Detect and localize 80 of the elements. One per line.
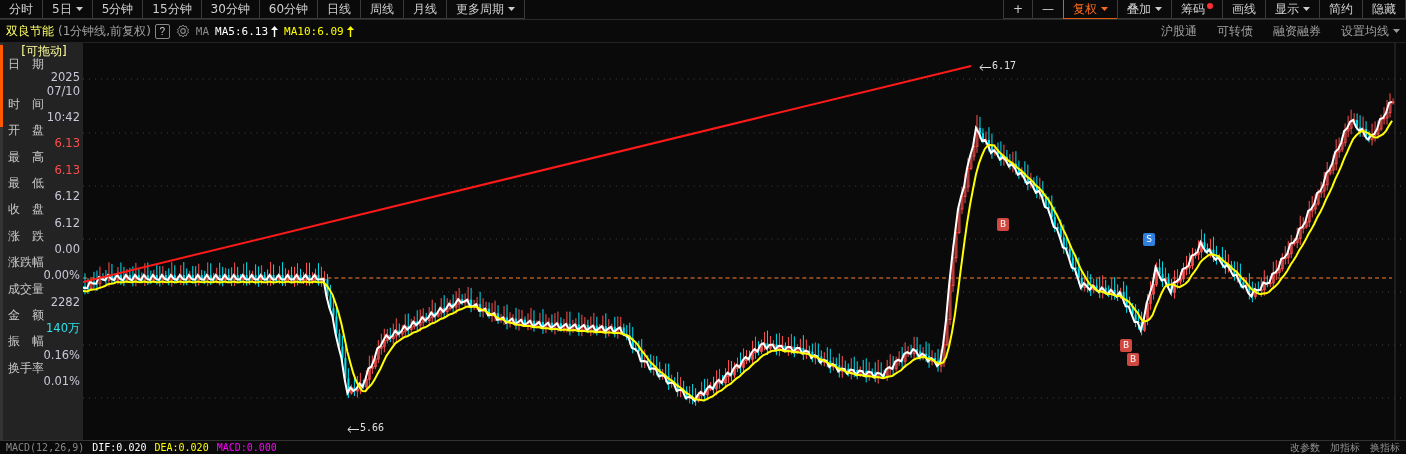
sell-marker: S <box>1143 233 1155 246</box>
up-arrow-icon <box>346 25 354 37</box>
period-tab[interactable]: 5日 <box>42 0 93 19</box>
info-label: 涨跌幅 <box>8 256 44 270</box>
toolbar-button[interactable]: + <box>1002 0 1033 19</box>
low-price-label: 5.66 <box>360 422 385 433</box>
info-label: 金 额 <box>8 309 45 323</box>
ma-value: MA5:6.13 <box>215 24 269 38</box>
period-tab[interactable]: 60分钟 <box>258 0 319 19</box>
info-value: 2282 <box>49 295 80 310</box>
settings-icon[interactable] <box>175 24 190 38</box>
panel-title[interactable]: [可拖动] <box>8 45 80 59</box>
info-value: 10:42 <box>45 111 80 125</box>
toolbar-button[interactable]: 复权 <box>1063 0 1118 19</box>
buy-marker: B <box>1120 339 1132 352</box>
buy-marker: B <box>997 218 1009 231</box>
info-label: 涨 跌 <box>8 229 45 244</box>
info-label: 收 盘 <box>8 203 45 217</box>
info-label: 振 幅 <box>8 335 44 349</box>
info-value: 140万 <box>45 322 80 336</box>
high-price-label: 6.17 <box>992 60 1017 71</box>
indicator-name: MA <box>195 24 210 38</box>
period-tab[interactable]: 分时 <box>0 0 43 19</box>
scrollbar-thumb[interactable] <box>0 45 3 127</box>
info-label: 最 高 <box>8 150 45 164</box>
info-value: 0.16% <box>42 348 80 362</box>
info-value: 0.00% <box>42 269 80 283</box>
toolbar-button[interactable]: 叠加 <box>1117 0 1172 19</box>
toolbar-button[interactable]: 画线 <box>1222 0 1266 19</box>
caret-icon <box>75 7 83 11</box>
indicator-action-button[interactable]: 加指标 <box>1330 440 1360 454</box>
period-note: (1分钟线,前复权) <box>58 22 151 40</box>
indicator-value: DEA:0.020 <box>154 442 209 453</box>
stock-name: 双良节能 <box>6 22 54 40</box>
indicator-value: DIF:0.020 <box>92 442 147 453</box>
left-arrow-icon <box>347 426 359 433</box>
info-value: 6.13 <box>53 137 80 151</box>
period-tab[interactable]: 30分钟 <box>200 0 260 19</box>
period-tab[interactable]: 5分钟 <box>91 0 144 19</box>
info-label: 成交量 <box>8 282 45 296</box>
caret-icon <box>1101 7 1108 11</box>
info-value: 6.12 <box>53 190 80 204</box>
info-label: 最 低 <box>8 177 45 191</box>
link-button[interactable]: 设置均线 <box>1341 22 1400 40</box>
info-label: 日 期 <box>8 58 45 72</box>
toolbar-button[interactable]: 显示 <box>1265 0 1320 19</box>
info-value: 6.13 <box>53 163 80 178</box>
info-value: 07/10 <box>45 84 80 98</box>
info-label: 换手率 <box>8 361 44 376</box>
info-value: 2025 <box>49 71 80 85</box>
info-label: 开 盘 <box>8 124 45 138</box>
caret-icon <box>1303 7 1310 11</box>
indicator-action-button[interactable]: 换指标 <box>1370 440 1400 454</box>
period-tab[interactable]: 更多周期 <box>446 0 526 19</box>
caret-icon <box>508 7 516 11</box>
period-tab[interactable]: 周线 <box>360 0 405 19</box>
link-button[interactable]: 沪股通 <box>1161 22 1197 40</box>
toolbar-button[interactable]: 隐藏 <box>1362 0 1406 19</box>
info-label: 时 间 <box>8 97 45 111</box>
indicator-value: MACD:0.000 <box>216 442 277 453</box>
link-button[interactable]: 可转债 <box>1217 22 1253 40</box>
ma-value: MA10:6.09 <box>284 24 344 38</box>
help-button[interactable]: ? <box>154 23 170 39</box>
period-tab[interactable]: 日线 <box>317 0 362 19</box>
indicator-name: MACD(12,26,9) <box>6 442 85 453</box>
link-button[interactable]: 融资融券 <box>1273 22 1321 40</box>
left-arrow-icon <box>979 64 991 71</box>
info-value: 0.00 <box>53 243 80 257</box>
caret-icon <box>1155 7 1162 11</box>
buy-marker: B <box>1127 353 1139 366</box>
toolbar-button[interactable]: 简约 <box>1319 0 1363 19</box>
period-tab[interactable]: 15分钟 <box>142 0 202 19</box>
info-value: 0.01% <box>42 375 80 389</box>
notification-dot <box>1207 3 1213 9</box>
toolbar-button[interactable]: 筹码 <box>1171 0 1223 19</box>
indicator-action-button[interactable]: 改参数 <box>1290 440 1320 454</box>
up-arrow-icon <box>271 25 279 37</box>
period-tab[interactable]: 月线 <box>403 0 448 19</box>
caret-icon <box>1393 29 1400 33</box>
info-value: 6.12 <box>53 216 80 230</box>
